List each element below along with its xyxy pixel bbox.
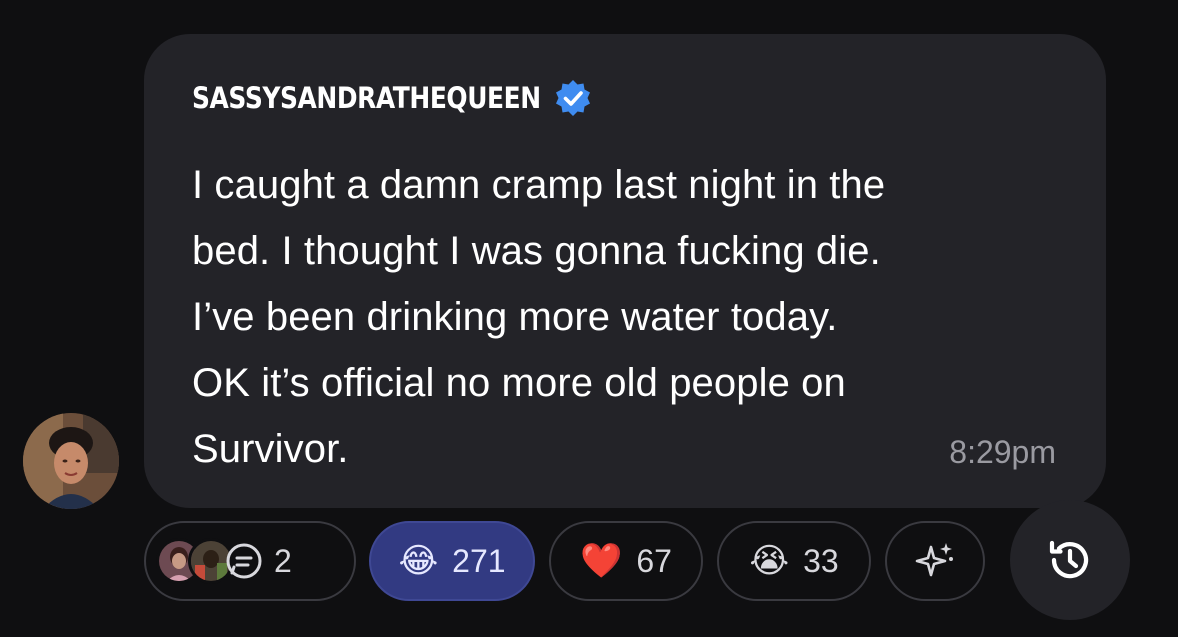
- replies-count: 2: [274, 542, 292, 579]
- message-text: I caught a damn cramp last night in the …: [192, 152, 1052, 482]
- laugh-emoji-icon: 😂: [398, 542, 439, 580]
- message-line: OK it’s official no more old people on: [192, 361, 846, 405]
- history-button[interactable]: [1010, 500, 1130, 620]
- heart-emoji-icon: ❤️: [580, 542, 623, 580]
- cry-emoji-icon: 😭: [749, 542, 790, 580]
- comment-icon: [226, 543, 262, 579]
- author-avatar-image: [23, 413, 119, 509]
- message-timestamp: 8:29pm: [949, 434, 1056, 470]
- cry-reaction-count: 33: [803, 542, 839, 579]
- history-icon: [1049, 540, 1089, 579]
- sparkles-icon: [915, 543, 953, 577]
- message-line: bed. I thought I was gonna fucking die.: [192, 229, 881, 273]
- message-thread: SASSYSANDRATHEQUEEN I caught a damn cram…: [0, 0, 1178, 637]
- laugh-reaction-pill[interactable]: 😂 271: [369, 521, 535, 601]
- author-avatar[interactable]: [23, 413, 119, 509]
- cry-reaction-pill[interactable]: 😭 33: [717, 521, 871, 601]
- replies-pill[interactable]: 2: [144, 521, 356, 601]
- ai-reaction-button[interactable]: [885, 521, 985, 601]
- laugh-reaction-count: 271: [452, 542, 506, 579]
- message-bubble[interactable]: SASSYSANDRATHEQUEEN I caught a damn cram…: [144, 34, 1106, 508]
- heart-reaction-count: 67: [636, 542, 672, 579]
- message-line: I caught a damn cramp last night in the: [192, 163, 886, 207]
- message-line: Survivor.: [192, 427, 349, 471]
- message-line: I’ve been drinking more water today.: [192, 295, 838, 339]
- author-name[interactable]: SASSYSANDRATHEQUEEN: [192, 81, 541, 115]
- author-row: SASSYSANDRATHEQUEEN: [192, 78, 593, 118]
- heart-reaction-pill[interactable]: ❤️ 67: [549, 521, 703, 601]
- verified-badge-icon: [556, 80, 591, 116]
